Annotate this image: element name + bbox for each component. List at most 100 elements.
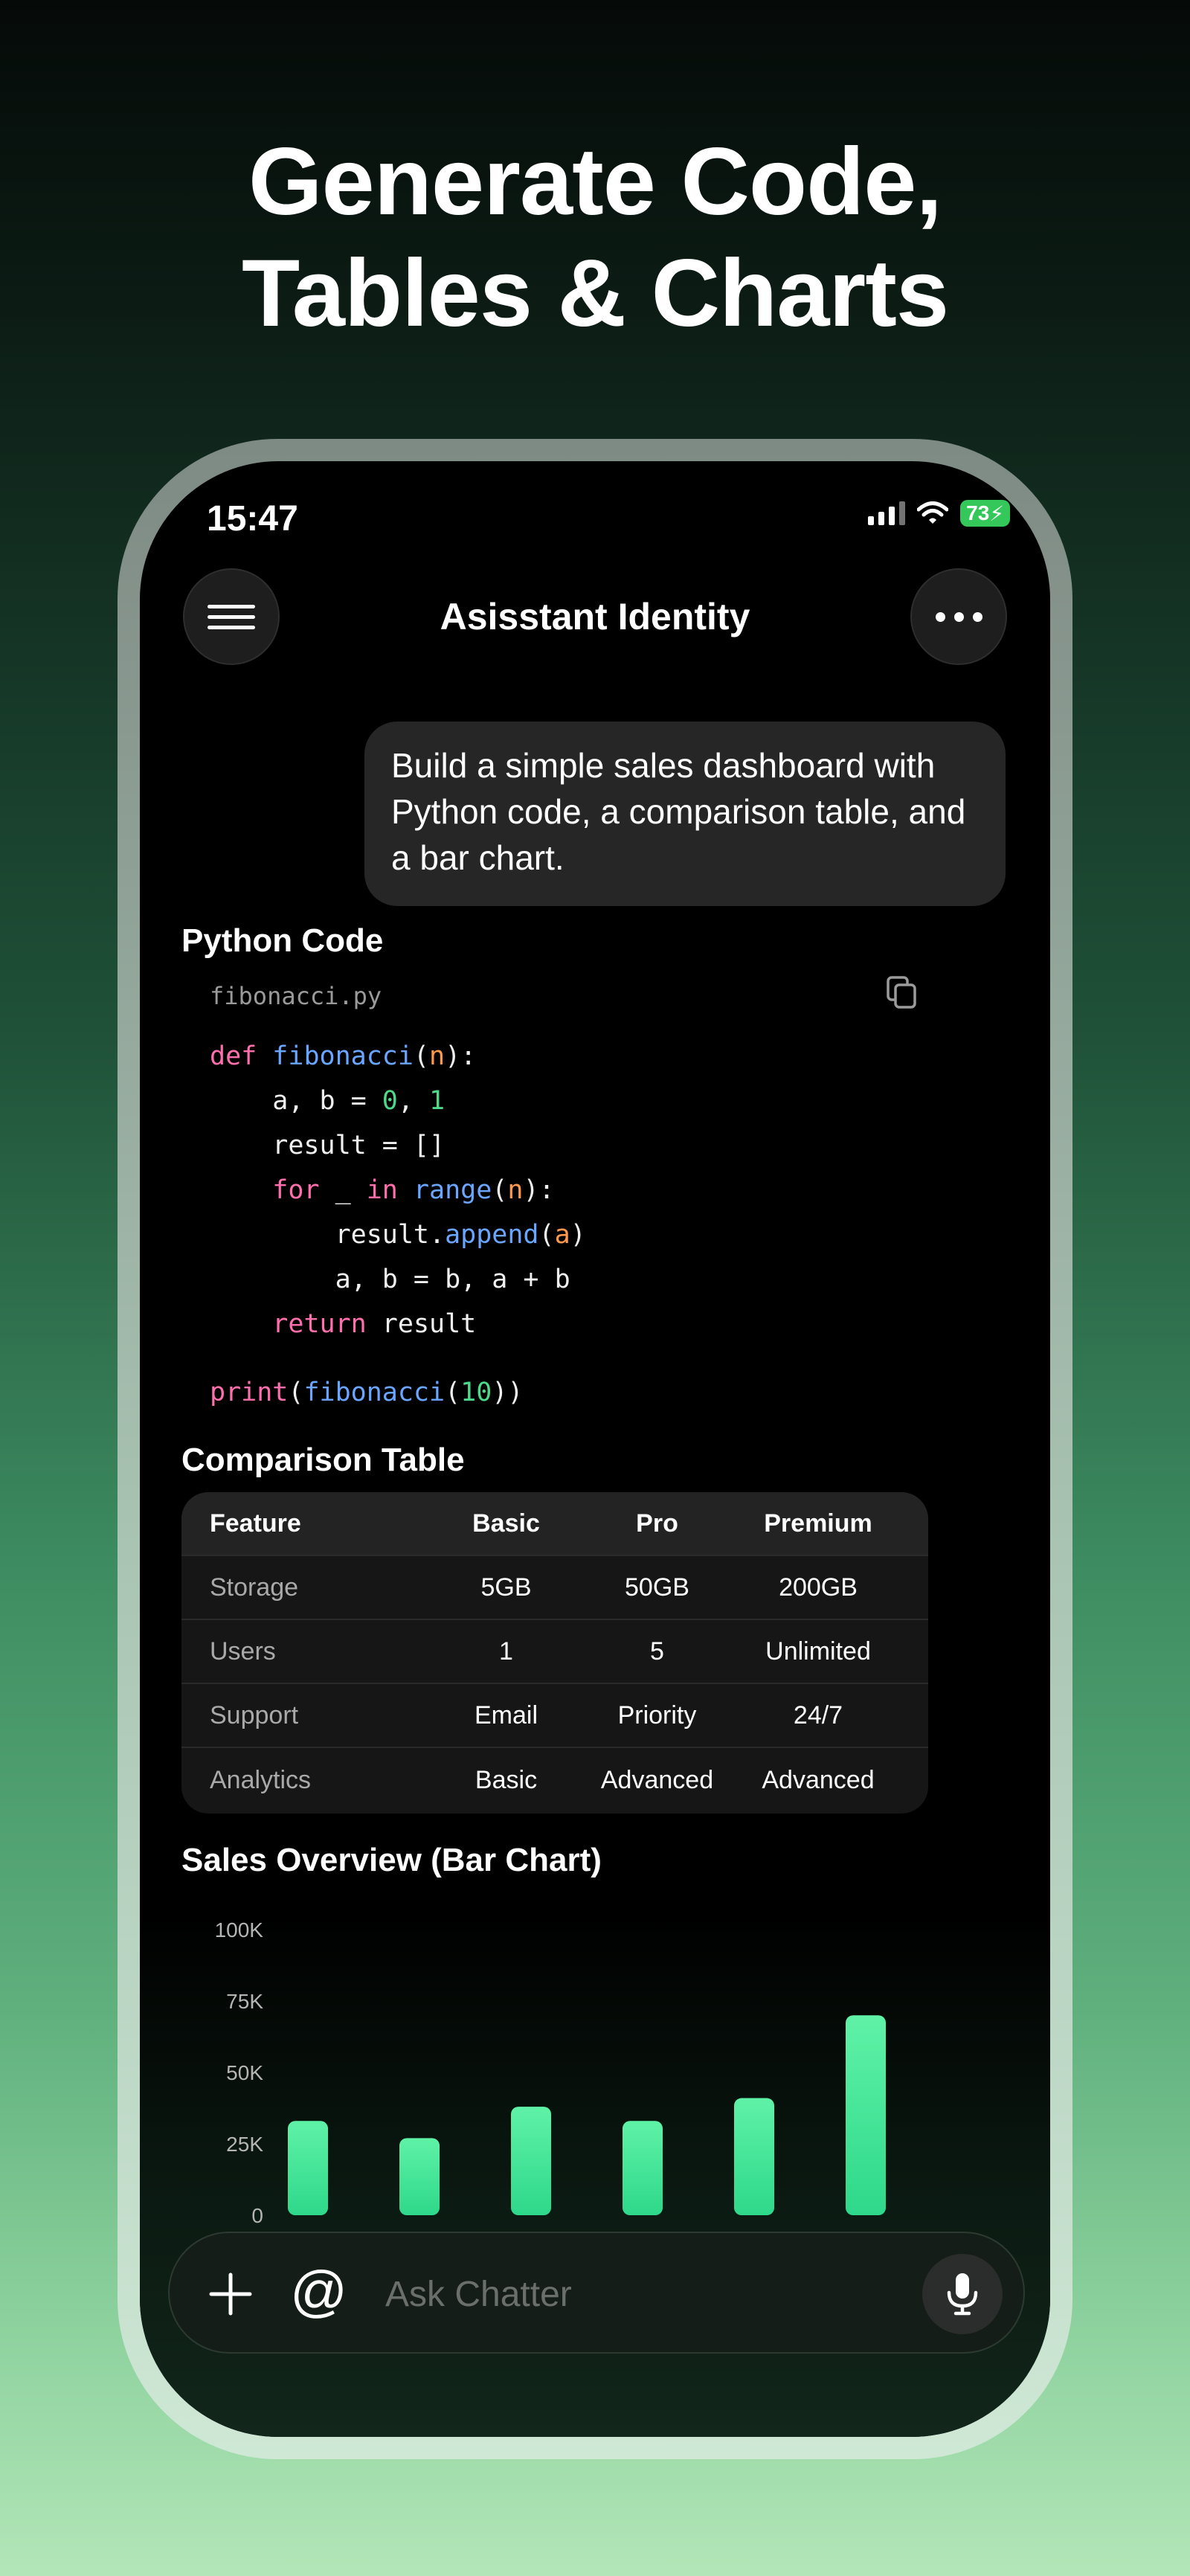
- code-token: append: [445, 1220, 539, 1250]
- sales-bar-chart: 025K50K75K100KJanFebMarAprMayJun: [181, 1892, 925, 2249]
- code-token: n: [507, 1175, 524, 1205]
- battery-indicator: 73 ⚡: [960, 500, 1010, 527]
- table-cell: Users: [210, 1637, 276, 1666]
- code-token: def: [210, 1041, 273, 1071]
- table-cell: 1: [499, 1637, 513, 1666]
- code-token: 10: [460, 1378, 492, 1407]
- table-cell: 5GB: [480, 1573, 532, 1602]
- code-token: (: [288, 1378, 304, 1407]
- code-token: print: [210, 1378, 289, 1407]
- table-row: Users 1 5 Unlimited: [181, 1620, 928, 1684]
- code-token: )): [492, 1378, 524, 1407]
- y-tick-label: 25K: [226, 2133, 263, 2156]
- table-cell: Priority: [617, 1700, 697, 1729]
- bar-jan: [288, 2121, 328, 2215]
- table-cell: Storage: [210, 1573, 299, 1602]
- table-header-cell: Feature: [210, 1509, 301, 1538]
- copy-icon[interactable]: [884, 974, 921, 1012]
- comparison-table: Feature Basic Pro Premium Storage 5GB 50…: [181, 1492, 928, 1814]
- table-cell: Advanced: [762, 1765, 875, 1794]
- table-cell: 24/7: [793, 1700, 843, 1729]
- code-line: print(fibonacci(10)): [210, 1370, 586, 1415]
- code-token: for: [272, 1175, 320, 1205]
- chart-section-title: Sales Overview (Bar Chart): [181, 1842, 602, 1878]
- code-token: (: [492, 1175, 508, 1205]
- y-tick-label: 50K: [226, 2061, 263, 2084]
- code-token: ): [570, 1220, 586, 1250]
- microphone-icon: [947, 2273, 978, 2316]
- table-cell: Unlimited: [765, 1637, 871, 1666]
- bar-feb: [399, 2138, 440, 2215]
- table-header-row: Feature Basic Pro Premium: [181, 1492, 928, 1556]
- status-time: 15:47: [207, 499, 298, 539]
- code-token: (: [413, 1041, 430, 1071]
- plus-icon[interactable]: [208, 2272, 253, 2316]
- code-token: result = []: [210, 1131, 446, 1160]
- more-options-button[interactable]: [910, 568, 1007, 665]
- table-cell: 200GB: [779, 1573, 858, 1602]
- phone-frame: 15:47 73 ⚡ Asisstant Identity Build a si…: [118, 439, 1072, 2459]
- table-row: Storage 5GB 50GB 200GB: [181, 1556, 928, 1620]
- code-token: in: [366, 1175, 398, 1205]
- code-token: (: [538, 1220, 555, 1250]
- chat-input-bar: @: [168, 2232, 1025, 2354]
- table-header-cell: Premium: [764, 1509, 872, 1538]
- mention-icon[interactable]: @: [290, 2258, 347, 2325]
- more-dots-icon: [935, 611, 982, 622]
- table-cell: Advanced: [600, 1765, 714, 1794]
- code-token: (: [445, 1378, 461, 1407]
- table-cell: Basic: [475, 1765, 538, 1794]
- table-cell: Support: [210, 1700, 299, 1729]
- code-line: for _ in range(n):: [210, 1168, 586, 1212]
- code-token: return: [272, 1309, 367, 1339]
- bar-mar: [511, 2107, 551, 2215]
- code-token: a, b = b, a + b: [210, 1265, 570, 1294]
- code-token: n: [429, 1041, 446, 1071]
- code-line: def fibonacci(n):: [210, 1034, 586, 1079]
- code-filename: fibonacci.py: [210, 982, 382, 1010]
- user-message-bubble: Build a simple sales dashboard with Pyth…: [364, 722, 1006, 906]
- table-row: Support Email Priority 24/7: [181, 1684, 928, 1748]
- table-section-title: Comparison Table: [181, 1442, 465, 1478]
- table-row: Analytics Basic Advanced Advanced: [181, 1748, 928, 1812]
- code-line: a, b = 0, 1: [210, 1079, 586, 1123]
- table-header-cell: Pro: [636, 1509, 678, 1538]
- headline: Generate Code, Tables & Charts: [0, 126, 1190, 350]
- headline-line-2: Tables & Charts: [242, 240, 949, 347]
- code-line: result.append(a): [210, 1212, 586, 1257]
- status-icons: 73 ⚡: [868, 500, 1010, 527]
- code-line: return result: [210, 1302, 586, 1346]
- code-token: a: [554, 1220, 570, 1250]
- code-token: fibonacci: [272, 1041, 414, 1071]
- y-tick-label: 0: [251, 2204, 263, 2227]
- headline-line-1: Generate Code,: [248, 129, 942, 235]
- code-token: ,: [397, 1086, 430, 1116]
- code-token: result: [366, 1309, 477, 1339]
- table-cell: 5: [650, 1637, 664, 1666]
- code-token: _: [319, 1175, 367, 1205]
- y-tick-label: 100K: [215, 1918, 264, 1941]
- code-line: result = []: [210, 1123, 586, 1168]
- bar-apr: [623, 2121, 663, 2215]
- battery-level: 73: [966, 501, 990, 524]
- code-section-title: Python Code: [181, 922, 384, 959]
- code-token: range: [413, 1175, 492, 1205]
- charging-bolt-icon: ⚡: [989, 501, 1004, 525]
- bar-may: [734, 2098, 774, 2215]
- ask-input[interactable]: [385, 2267, 906, 2321]
- phone-screen: 15:47 73 ⚡ Asisstant Identity Build a si…: [140, 461, 1050, 2437]
- code-token: ):: [523, 1175, 555, 1205]
- microphone-button[interactable]: [922, 2254, 1003, 2334]
- bar-jun: [846, 2015, 886, 2215]
- code-token: fibonacci: [303, 1378, 446, 1407]
- code-token: a, b =: [210, 1086, 382, 1116]
- code-token: 1: [429, 1086, 446, 1116]
- wifi-icon: [917, 501, 949, 524]
- table-header-cell: Basic: [472, 1509, 540, 1538]
- code-token: 0: [382, 1086, 398, 1116]
- code-token: result.: [210, 1220, 446, 1250]
